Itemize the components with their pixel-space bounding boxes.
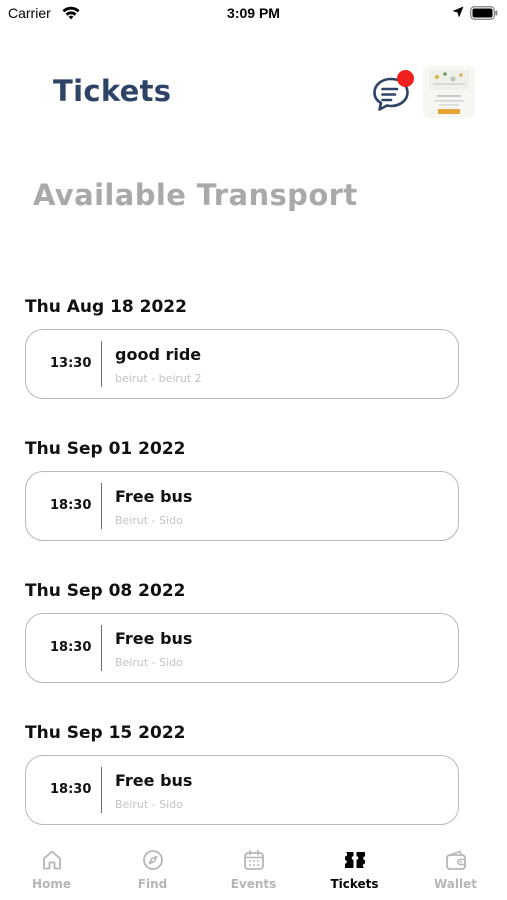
ticket-card[interactable]: 18:30 Free bus Beirut - Sido [25,613,459,683]
tab-label: Events [230,877,277,891]
ticket-route: Beirut - Sido [115,514,183,527]
ticket-route: Beirut - Sido [115,656,183,669]
page-title: Tickets [53,74,172,108]
tab-events[interactable]: Events [203,838,304,900]
ticket-group: Thu Aug 18 2022 13:30 good ride beirut -… [25,296,459,399]
ticket-time: 18:30 [50,498,92,513]
date-label: Thu Sep 08 2022 [25,581,186,601]
section-heading: Available Transport [33,178,358,212]
ticket-time: 13:30 [50,356,92,371]
tab-bar: Home Find Events Tickets Wallet [0,838,507,900]
notification-badge [397,70,414,87]
tab-wallet[interactable]: Wallet [405,838,506,900]
home-icon [42,850,61,870]
avatar[interactable] [423,66,475,118]
ticket-name: Free bus [115,629,193,648]
date-label: Thu Sep 15 2022 [25,723,186,743]
ticket-name: Free bus [115,487,193,506]
ticket-card[interactable]: 18:30 Free bus Beirut - Sido [25,755,459,825]
date-label: Thu Sep 01 2022 [25,439,186,459]
ticket-name: good ride [115,345,202,364]
clock: 3:09 PM [227,5,280,21]
ticket-divider [101,625,102,671]
ticket-card[interactable]: 18:30 Free bus Beirut - Sido [25,471,459,541]
tab-find[interactable]: Find [102,838,203,900]
battery-icon [470,6,498,20]
calendar-icon [243,850,264,870]
date-label: Thu Aug 18 2022 [25,297,187,317]
tickets-icon [344,852,365,868]
ticket-divider [101,341,102,387]
ticket-time: 18:30 [50,782,92,797]
ticket-divider [101,483,102,529]
ticket-name: Free bus [115,771,193,790]
status-bar: Carrier 3:09 PM [0,0,507,30]
tab-label: Find [137,877,168,891]
avatar-thumbnail-icon [423,66,475,118]
ticket-route: beirut - beirut 2 [115,372,202,385]
compass-icon [142,850,163,870]
tab-tickets[interactable]: Tickets [304,838,405,900]
wallet-icon [445,850,466,870]
ticket-group: Thu Sep 01 2022 18:30 Free bus Beirut - … [25,438,459,541]
tab-label: Tickets [330,877,379,891]
tab-home[interactable]: Home [1,838,102,900]
tab-label: Wallet [433,877,477,891]
ticket-card[interactable]: 13:30 good ride beirut - beirut 2 [25,329,459,399]
location-arrow-icon [452,6,464,18]
tab-label: Home [32,877,71,891]
ticket-group: Thu Sep 15 2022 18:30 Free bus Beirut - … [25,722,459,825]
ticket-route: Beirut - Sido [115,798,183,811]
ticket-divider [101,767,102,813]
ticket-group: Thu Sep 08 2022 18:30 Free bus Beirut - … [25,580,459,683]
ticket-time: 18:30 [50,640,92,655]
